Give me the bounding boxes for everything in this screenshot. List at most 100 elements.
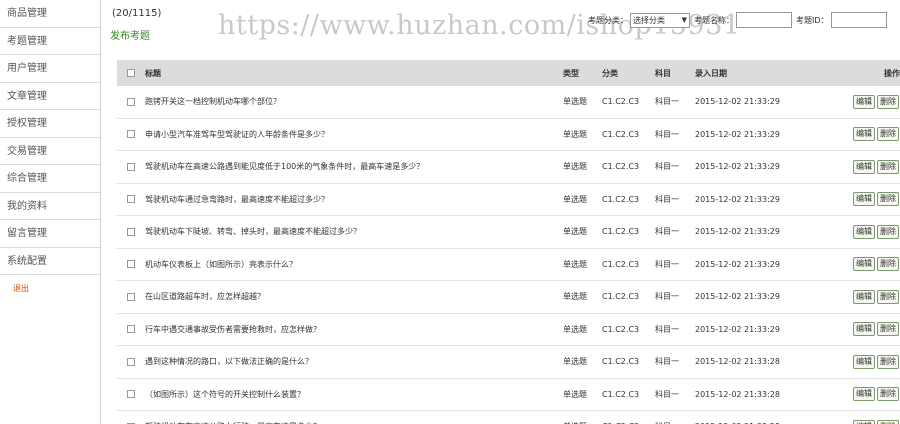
- header-title: 标题: [145, 68, 161, 78]
- question-subject: 科目一: [655, 97, 679, 107]
- question-title: （如图所示）这个符号的开关控制什么装置？: [145, 389, 305, 399]
- delete-button[interactable]: 删除: [877, 224, 899, 239]
- question-subject: 科目一: [655, 357, 679, 367]
- row-check-cell: [117, 325, 144, 334]
- row-actions: 编辑删除: [836, 94, 900, 109]
- sidebar-item[interactable]: 综合管理: [0, 165, 100, 193]
- delete-button[interactable]: 删除: [877, 354, 899, 369]
- question-subject: 科目一: [655, 324, 679, 334]
- table-row: 行车中遇交通事故受伤者需要抢救时，应怎样做？ 单选题 C1.C2.C3 科目一 2015…: [117, 314, 900, 346]
- question-title: 跑铐开关这一档控制机动车哪个部位？: [145, 97, 281, 107]
- category-select[interactable]: 选择分类 ▼: [630, 12, 690, 28]
- question-subject: 科目一: [655, 389, 679, 399]
- delete-button[interactable]: 删除: [877, 289, 899, 304]
- question-subject: 科目一: [655, 129, 679, 139]
- question-date: 2015-12-02 21:33:29: [695, 259, 780, 269]
- row-actions: 编辑删除: [836, 387, 900, 402]
- header-subject: 科目: [655, 68, 671, 78]
- table-body: 跑铐开关这一档控制机动车哪个部位？ 单选题 C1.C2.C3 科目一 2015-12-0…: [117, 86, 900, 424]
- filter-bar: 考题分类： 选择分类 ▼ 考题名称： 考题ID： 查找: [588, 12, 900, 28]
- edit-button[interactable]: 编辑: [853, 94, 875, 109]
- header-type: 类型: [563, 68, 579, 78]
- question-title: 驾驶机动车下陡坡、转弯、掉头时，最高速度不能超过多少？: [145, 227, 361, 237]
- row-checkbox[interactable]: [126, 292, 135, 301]
- question-date: 2015-12-02 21:33:28: [695, 389, 780, 399]
- question-category: C1.C2.C3: [602, 129, 640, 139]
- question-date: 2015-12-02 21:33:29: [695, 162, 780, 172]
- sidebar-item[interactable]: 授权管理: [0, 110, 100, 138]
- question-title: 机动车仪表板上（如图所示）亮表示什么？: [145, 259, 297, 269]
- sidebar-item[interactable]: 交易管理: [0, 138, 100, 165]
- delete-button[interactable]: 删除: [877, 387, 899, 402]
- row-actions: 编辑删除: [836, 257, 900, 272]
- table-header: 标题 类型 分类 科目 录入日期 操作: [117, 60, 900, 86]
- edit-button[interactable]: 编辑: [853, 419, 875, 424]
- table-row: 机动车仪表板上（如图所示）亮表示什么？ 单选题 C1.C2.C3 科目一 2015-12…: [117, 249, 900, 281]
- edit-button[interactable]: 编辑: [853, 159, 875, 174]
- row-actions: 编辑删除: [836, 127, 900, 142]
- row-checkbox[interactable]: [126, 260, 135, 269]
- row-checkbox[interactable]: [126, 162, 135, 171]
- edit-button[interactable]: 编辑: [853, 354, 875, 369]
- question-category: C1.C2.C3: [602, 324, 640, 334]
- sidebar-item[interactable]: 考题管理: [0, 28, 100, 55]
- delete-button[interactable]: 删除: [877, 192, 899, 207]
- edit-button[interactable]: 编辑: [853, 192, 875, 207]
- question-type: 单选题: [563, 194, 587, 204]
- logout-link[interactable]: 退出: [0, 275, 100, 302]
- row-checkbox[interactable]: [126, 357, 135, 366]
- question-category: C1.C2.C3: [602, 227, 640, 237]
- row-checkbox[interactable]: [126, 325, 135, 334]
- edit-button[interactable]: 编辑: [853, 127, 875, 142]
- edit-button[interactable]: 编辑: [853, 224, 875, 239]
- sidebar-item[interactable]: 商品管理: [0, 0, 100, 28]
- delete-button[interactable]: 删除: [877, 419, 899, 424]
- question-category: C1.C2.C3: [602, 292, 640, 302]
- delete-button[interactable]: 删除: [877, 257, 899, 272]
- id-input[interactable]: [830, 12, 887, 28]
- table-row: 跑铐开关这一档控制机动车哪个部位？ 单选题 C1.C2.C3 科目一 2015-12-0…: [117, 86, 900, 119]
- row-check-cell: [117, 292, 144, 301]
- edit-button[interactable]: 编辑: [853, 257, 875, 272]
- sidebar-item[interactable]: 文章管理: [0, 83, 100, 110]
- row-checkbox[interactable]: [126, 130, 135, 139]
- sidebar-item[interactable]: 系统配置: [0, 248, 100, 275]
- row-checkbox[interactable]: [126, 390, 135, 399]
- delete-button[interactable]: 删除: [877, 322, 899, 337]
- question-date: 2015-12-02 21:33:29: [695, 194, 780, 204]
- delete-button[interactable]: 删除: [877, 94, 899, 109]
- edit-button[interactable]: 编辑: [853, 322, 875, 337]
- delete-button[interactable]: 删除: [877, 159, 899, 174]
- select-all-checkbox[interactable]: [126, 69, 135, 77]
- question-title: 驾驶机动车在高速公路遇到能见度低于100米的气象条件时，最高车速是多少？: [145, 162, 425, 172]
- question-title: 申请小型汽车准驾车型驾驶证的人年龄条件是多少？: [145, 129, 329, 139]
- name-input[interactable]: [736, 12, 792, 28]
- question-date: 2015-12-02 21:33:29: [695, 324, 780, 334]
- edit-button[interactable]: 编辑: [853, 289, 875, 304]
- row-check-cell: [117, 162, 144, 171]
- publish-question-link[interactable]: 发布考题: [110, 27, 150, 42]
- table-row: 申请小型汽车准驾车型驾驶证的人年龄条件是多少？ 单选题 C1.C2.C3 科目一 201…: [117, 119, 900, 151]
- delete-button[interactable]: 删除: [877, 127, 899, 142]
- question-subject: 科目一: [655, 227, 679, 237]
- row-checkbox[interactable]: [126, 195, 135, 204]
- row-check-cell: [117, 130, 144, 139]
- edit-button[interactable]: 编辑: [853, 387, 875, 402]
- table-row: （如图所示）这个符号的开关控制什么装置？ 单选题 C1.C2.C3 科目一 2015-1…: [117, 379, 900, 411]
- question-category: C1.C2.C3: [602, 97, 640, 107]
- question-subject: 科目一: [655, 162, 679, 172]
- question-subject: 科目一: [655, 292, 679, 302]
- sidebar-item[interactable]: 留言管理: [0, 220, 100, 248]
- row-checkbox[interactable]: [126, 227, 135, 236]
- sidebar: 商品管理 考题管理 用户管理 文章管理 授权管理 交易管理 综合管理 我的资料 留言管理 系统配置…: [0, 0, 101, 424]
- row-actions: 编辑删除: [836, 224, 900, 239]
- sidebar-item[interactable]: 用户管理: [0, 55, 100, 83]
- row-check-cell: [117, 260, 144, 269]
- table-row: 在山区道路超车时，应怎样超越？ 单选题 C1.C2.C3 科目一 2015-12-02 …: [117, 281, 900, 314]
- row-checkbox[interactable]: [126, 97, 135, 106]
- question-type: 单选题: [563, 97, 587, 107]
- sidebar-list: 商品管理 考题管理 用户管理 文章管理 授权管理 交易管理 综合管理 我的资料 留言管理 系统配置: [0, 0, 100, 275]
- question-table: 标题 类型 分类 科目 录入日期 操作 跑铐开关这一档控制机动车哪个部位？ 单选题…: [117, 60, 900, 424]
- header-category: 分类: [602, 68, 618, 78]
- sidebar-item[interactable]: 我的资料: [0, 193, 100, 220]
